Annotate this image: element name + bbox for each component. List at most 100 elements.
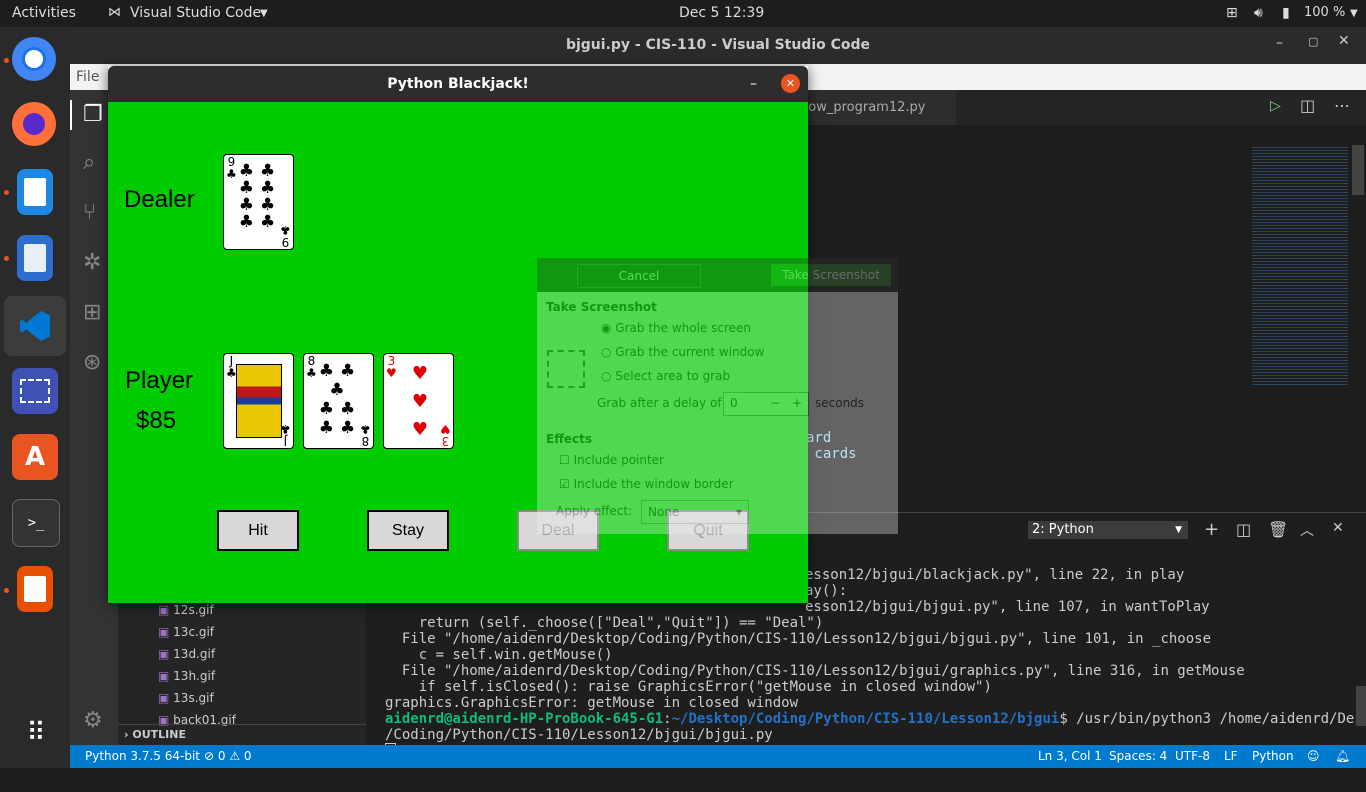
kill-terminal-icon[interactable]: 🗑︎ — [1268, 520, 1288, 539]
apply-effect-label: Apply effect: — [556, 504, 633, 518]
impress-icon[interactable] — [17, 566, 53, 612]
outline-section[interactable]: › OUTLINE — [118, 724, 366, 746]
python-interpreter[interactable]: Python 3.7.5 64-bit — [85, 749, 200, 763]
settings-gear-icon[interactable]: ⚙ — [83, 708, 103, 733]
new-terminal-icon[interactable]: + — [1204, 519, 1219, 540]
include-border-checkbox[interactable]: ☑ Include the window border — [559, 477, 734, 491]
blackjack-title: Python Blackjack! — [387, 76, 529, 92]
delay-spinner[interactable]: 0 − + — [723, 392, 809, 416]
hit-button[interactable]: Hit — [217, 510, 299, 551]
top-bar: Activities ⋈ Visual Studio Code ▼ Dec 5 … — [0, 0, 1366, 27]
terminal-select[interactable]: 2: Python ▼ — [1028, 521, 1188, 539]
take-screenshot-button[interactable]: Take Screenshot — [771, 264, 891, 286]
card: 3 ♥ ♥ ♥ ♥ 3 ♥ — [383, 353, 454, 449]
file-item[interactable]: ▣ 12s.gif — [158, 602, 236, 624]
screenshot-mode-icon — [547, 350, 585, 388]
player-label: Player — [125, 367, 194, 394]
notifications-icon[interactable]: 🔔︎ — [1335, 749, 1350, 763]
close-icon[interactable]: ✕ — [781, 74, 800, 93]
minimize-icon[interactable]: – — [1276, 35, 1283, 51]
card-pips: ♣♣ ♣♣ ♣♣ ♣♣ — [238, 161, 282, 232]
problems-count[interactable]: ⊘ 0 ⚠ 0 — [204, 749, 252, 763]
terminal-line: esson12/bjgui/bjgui.py", line 107, in wa… — [805, 599, 1210, 615]
terminal-line: if self.isClosed(): raise GraphicsError(… — [385, 679, 992, 695]
card: 8 ♣ ♣♣ ♣ ♣♣ ♣♣ 8 ♣ — [303, 353, 374, 449]
close-icon[interactable]: ✕ — [1338, 33, 1350, 49]
split-terminal-icon[interactable]: ◫ — [1236, 520, 1251, 539]
terminal-line: File "/home/aidenrd/Desktop/Coding/Pytho… — [385, 663, 1245, 679]
files-icon[interactable] — [17, 235, 53, 281]
file-item[interactable]: ▣ 13s.gif — [158, 690, 236, 712]
editor-scrollbar[interactable] — [1352, 145, 1364, 195]
screenshot-icon[interactable] — [12, 368, 58, 414]
terminal-line: esson12/bjgui/blackjack.py", line 22, in… — [805, 567, 1185, 583]
terminal-scrollbar[interactable] — [1356, 686, 1366, 726]
system-menu-arrow-icon[interactable]: ▼ — [1350, 8, 1358, 19]
writer-icon[interactable] — [17, 169, 53, 215]
card-pips: ♣♣ ♣ ♣♣ ♣♣ — [318, 361, 362, 438]
clock[interactable]: Dec 5 12:39 — [679, 5, 764, 21]
app-menu-arrow-icon: ▼ — [260, 8, 268, 19]
debug-icon[interactable]: ✲ — [83, 250, 101, 275]
blackjack-titlebar: Python Blackjack! – ✕ — [108, 66, 808, 102]
network-icon[interactable]: ⊞ — [1226, 5, 1238, 21]
language-mode[interactable]: Python — [1252, 749, 1294, 763]
more-actions-icon[interactable]: ⋯ — [1334, 96, 1350, 115]
volume-icon[interactable]: 🔊︎ — [1254, 5, 1263, 21]
file-item[interactable]: ▣ 13d.gif — [158, 646, 236, 668]
split-editor-icon[interactable]: ◫ — [1300, 96, 1315, 115]
vscode-icon[interactable] — [4, 296, 66, 356]
file-item[interactable]: ▣ 13c.gif — [158, 624, 236, 646]
menu-file[interactable]: File — [76, 69, 99, 85]
search-icon[interactable]: ⌕ — [83, 150, 95, 175]
cancel-button[interactable]: Cancel — [577, 264, 701, 288]
screenshot-dialog: Cancel Take Screenshot Take Screenshot ◉… — [537, 258, 898, 534]
run-icon[interactable]: ▷ — [1270, 98, 1281, 114]
activities-button[interactable]: Activities — [12, 5, 76, 21]
opt-whole-screen[interactable]: ◉ Grab the whole screen — [601, 321, 751, 335]
encoding[interactable]: UTF-8 — [1175, 749, 1210, 763]
extensions-icon[interactable]: ⊞ — [83, 300, 101, 325]
app-menu[interactable]: Visual Studio Code — [130, 5, 261, 21]
stay-button[interactable]: Stay — [367, 510, 449, 551]
cursor-position[interactable]: Ln 3, Col 1 — [1038, 749, 1102, 763]
section-take-heading: Take Screenshot — [546, 300, 657, 314]
player-money: $85 — [136, 407, 177, 434]
explorer-icon[interactable]: ❐ — [83, 102, 103, 127]
delay-label: Grab after a delay of — [597, 396, 722, 410]
maximize-icon[interactable]: ▢ — [1308, 35, 1318, 48]
line-ending[interactable]: LF — [1224, 749, 1238, 763]
file-item[interactable]: ▣ 13h.gif — [158, 668, 236, 690]
card-corner: 8 ♣ — [360, 422, 371, 448]
window-title: bjgui.py - CIS-110 - Visual Studio Code — [565, 37, 871, 53]
terminal-line: return (self._choose(["Deal","Quit"]) ==… — [385, 615, 824, 631]
maximize-panel-icon[interactable]: ︿ — [1300, 520, 1314, 540]
software-icon[interactable]: A — [12, 434, 58, 480]
terminal-line: File "/home/aidenrd/Desktop/Coding/Pytho… — [385, 631, 1212, 647]
terminal-icon[interactable]: >_ — [12, 499, 60, 547]
show-apps-icon[interactable]: ⠿ — [12, 710, 58, 756]
include-pointer-checkbox[interactable]: ☐ Include pointer — [559, 453, 664, 467]
opt-select-area[interactable]: ○ Select area to grab — [601, 369, 730, 383]
source-control-icon[interactable]: ⑂ — [83, 200, 96, 225]
indentation[interactable]: Spaces: 4 — [1109, 749, 1167, 763]
card: J ♣ J ♣ — [223, 353, 294, 449]
battery-icon[interactable]: ▮ — [1282, 5, 1290, 21]
chrome-icon[interactable] — [12, 37, 56, 81]
terminal-line: graphics.GraphicsError: getMouse in clos… — [385, 695, 799, 711]
battery-percent: 100 % — [1304, 5, 1346, 20]
close-panel-icon[interactable]: ✕ — [1332, 520, 1344, 536]
status-bar: Python 3.7.5 64-bit ⊘ 0 ⚠ 0 Ln 3, Col 1 … — [70, 745, 1366, 768]
jack-face-art — [236, 364, 282, 438]
minimize-icon[interactable]: – — [750, 66, 757, 102]
firefox-icon[interactable] — [12, 102, 56, 146]
effects-heading: Effects — [546, 432, 593, 446]
file-list: ▣ 12s.gif ▣ 13c.gif ▣ 13d.gif ▣ 13h.gif … — [158, 602, 236, 726]
effect-select[interactable]: None ▾ — [641, 500, 749, 524]
terminal-prompt: aidenrd@aidenrd-HP-ProBook-645-G1:~/Desk… — [385, 711, 1366, 727]
minimap[interactable] — [1252, 145, 1348, 385]
vscode-titlebar: bjgui.py - CIS-110 - Visual Studio Code … — [70, 27, 1366, 64]
git-graph-icon[interactable]: ⊛ — [83, 350, 101, 375]
opt-current-window[interactable]: ○ Grab the current window — [601, 345, 764, 359]
feedback-icon[interactable]: ☺ — [1307, 749, 1320, 763]
